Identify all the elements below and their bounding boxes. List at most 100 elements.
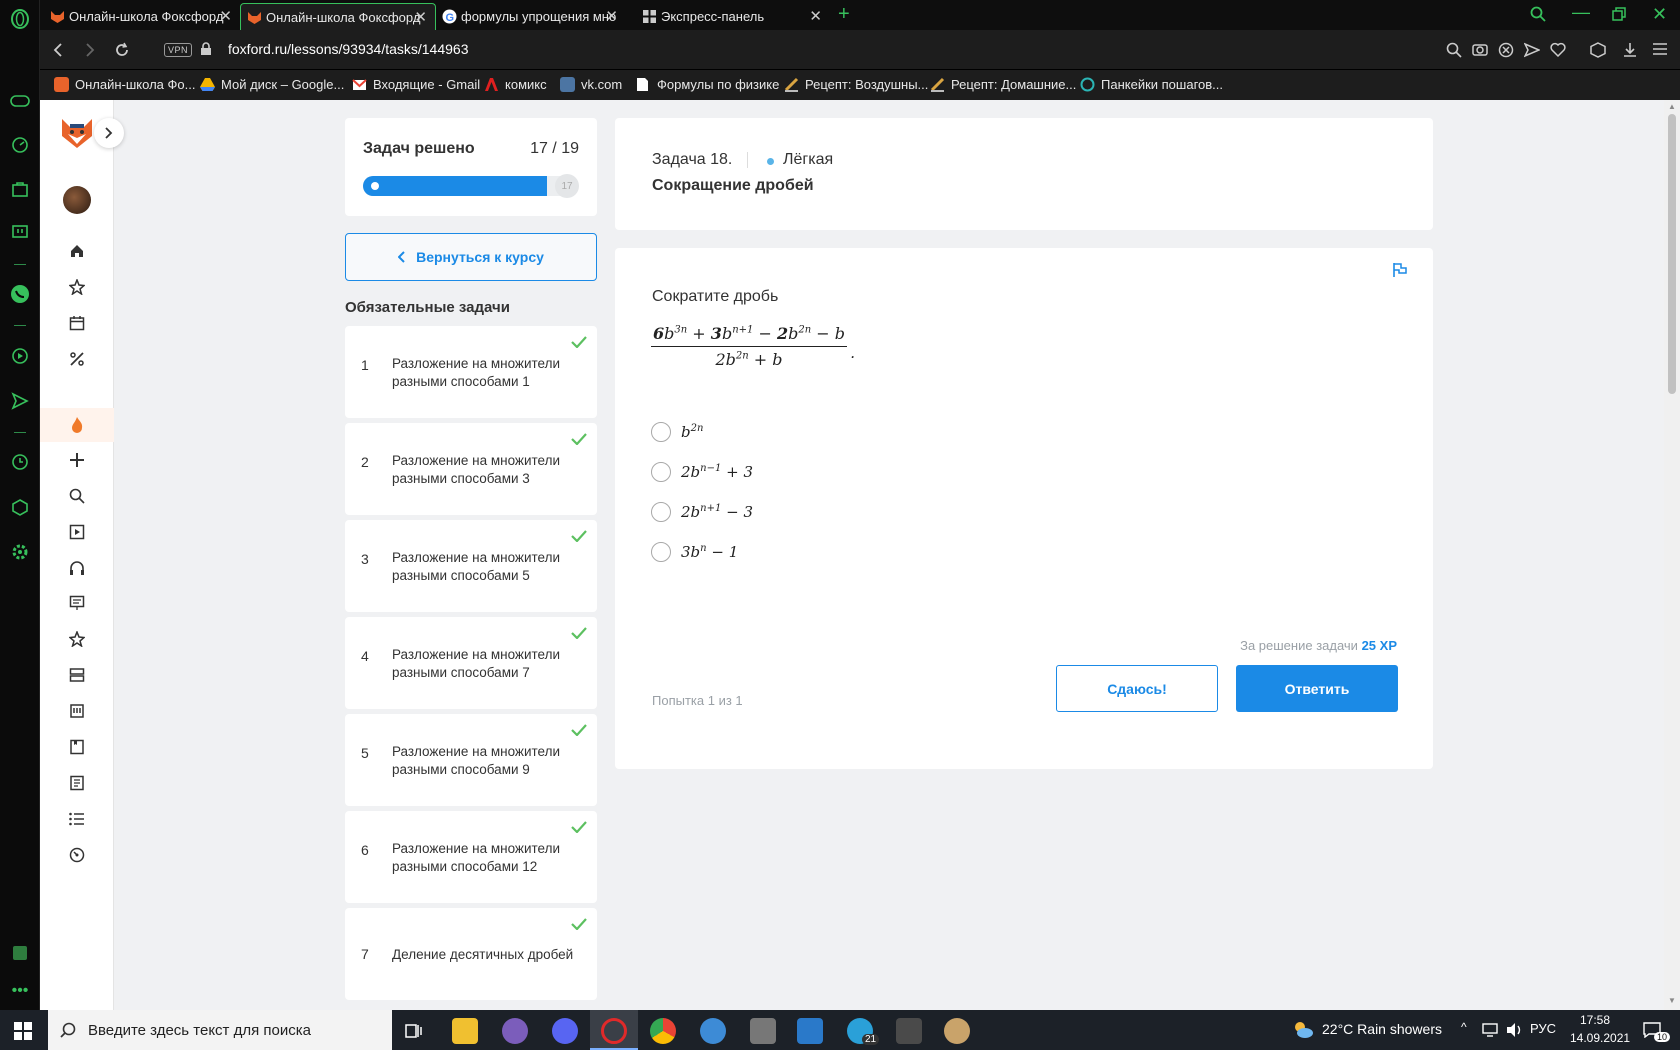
- radio-button[interactable]: [651, 542, 671, 562]
- task-list-item[interactable]: 3 Разложение на множители разными способ…: [345, 520, 597, 612]
- opera-logo-icon[interactable]: [9, 8, 31, 30]
- close-tab-icon[interactable]: ✕: [414, 8, 427, 26]
- home-icon[interactable]: [66, 240, 88, 262]
- notebook-icon[interactable]: [66, 736, 88, 758]
- tab-4[interactable]: Экспресс-панель ✕: [636, 3, 830, 30]
- settings-icon[interactable]: [9, 541, 31, 563]
- menu-icon[interactable]: [1652, 42, 1668, 56]
- paint-icon[interactable]: [944, 1018, 970, 1044]
- radio-button[interactable]: [651, 462, 671, 482]
- close-tab-icon[interactable]: ✕: [809, 7, 822, 25]
- bookmark-recipe-1[interactable]: Рецепт: Воздушны...: [784, 77, 928, 92]
- weather-icon[interactable]: [1292, 1020, 1314, 1040]
- task-list-item[interactable]: 7 Деление десятичных дробей: [345, 908, 597, 1000]
- layers-icon[interactable]: [66, 664, 88, 686]
- close-tab-icon[interactable]: ✕: [219, 7, 232, 25]
- task-list-item[interactable]: 1 Разложение на множители разными способ…: [345, 326, 597, 418]
- whatsapp-icon[interactable]: [9, 283, 31, 305]
- clock-date[interactable]: 14.09.2021: [1570, 1031, 1630, 1045]
- chrome-icon[interactable]: [650, 1018, 676, 1044]
- answer-option-1[interactable]: b2n: [651, 422, 703, 442]
- weather-text[interactable]: 22°C Rain showers: [1322, 1021, 1442, 1037]
- gamepad-icon[interactable]: [9, 90, 31, 112]
- plus-icon[interactable]: [66, 449, 88, 471]
- bookmark-vk[interactable]: vk.com: [560, 77, 622, 92]
- task-list-item[interactable]: 6 Разложение на множители разными способ…: [345, 811, 597, 903]
- lock-icon[interactable]: [200, 42, 212, 56]
- radio-button[interactable]: [651, 502, 671, 522]
- tray-expand-icon[interactable]: ^: [1461, 1020, 1467, 1034]
- taskbar-search-input[interactable]: Введите здесь текст для поиска: [48, 1010, 392, 1050]
- percent-icon[interactable]: [66, 348, 88, 370]
- task-view-icon[interactable]: [405, 1022, 423, 1040]
- clock-time[interactable]: 17:58: [1580, 1013, 1610, 1027]
- bookmark-foxford[interactable]: Онлайн-школа Фо...: [54, 77, 195, 92]
- scrollbar-thumb[interactable]: [1668, 114, 1676, 394]
- windows-start-icon[interactable]: [14, 1022, 32, 1040]
- star-icon[interactable]: [66, 276, 88, 298]
- bookmark-gmail[interactable]: Входящие - Gmail: [352, 77, 480, 92]
- expand-sidebar-icon[interactable]: [94, 118, 124, 148]
- answer-button[interactable]: Ответить: [1236, 665, 1398, 712]
- answer-option-3[interactable]: 2bn+1 − 3: [651, 502, 753, 522]
- radio-button[interactable]: [651, 422, 671, 442]
- task-list-item[interactable]: 5 Разложение на множители разными способ…: [345, 714, 597, 806]
- url-field[interactable]: foxford.ru/lessons/93934/tasks/144963: [228, 41, 469, 57]
- cube-icon[interactable]: [1590, 42, 1606, 58]
- more-icon[interactable]: •••: [9, 980, 31, 1002]
- calculator-icon[interactable]: [896, 1018, 922, 1044]
- send-icon[interactable]: [9, 390, 31, 412]
- bookmark-google-drive[interactable]: Мой диск – Google...: [200, 77, 344, 92]
- app-icon[interactable]: [750, 1018, 776, 1044]
- camera-icon[interactable]: [1472, 42, 1488, 56]
- player-icon[interactable]: [9, 345, 31, 367]
- library-icon[interactable]: [66, 700, 88, 722]
- bag-icon[interactable]: [9, 178, 31, 200]
- heart-icon[interactable]: [1550, 42, 1566, 57]
- tab-search-icon[interactable]: [1530, 6, 1546, 22]
- twitch-icon[interactable]: [9, 222, 31, 244]
- minimize-icon[interactable]: —: [1572, 2, 1590, 23]
- fire-icon[interactable]: [66, 414, 88, 436]
- tab-2[interactable]: Онлайн-школа Фоксфорд ✕: [240, 3, 436, 30]
- bookmark-comics[interactable]: комикс: [484, 77, 547, 92]
- photos-icon[interactable]: [797, 1018, 823, 1044]
- file-explorer-icon[interactable]: [452, 1018, 478, 1044]
- volume-icon[interactable]: [1506, 1022, 1524, 1038]
- back-to-course-button[interactable]: Вернуться к курсу: [345, 233, 597, 281]
- close-tab-icon[interactable]: ✕: [605, 7, 618, 25]
- search-icon[interactable]: [66, 485, 88, 507]
- clock-icon[interactable]: [66, 844, 88, 866]
- bookmark-physics[interactable]: Формулы по физике: [636, 77, 779, 92]
- video-icon[interactable]: [66, 521, 88, 543]
- search-icon[interactable]: [1446, 42, 1462, 58]
- network-icon[interactable]: [1482, 1023, 1498, 1037]
- bookmark-pancakes[interactable]: Панкейки пошагов...: [1080, 77, 1223, 92]
- task-list-item[interactable]: 4 Разложение на множители разными способ…: [345, 617, 597, 709]
- tab-3[interactable]: G формулы упрощения мно ✕: [436, 3, 626, 30]
- document-icon[interactable]: [66, 772, 88, 794]
- star-outline-icon[interactable]: [66, 628, 88, 650]
- foxford-logo-icon[interactable]: [60, 116, 94, 150]
- give-up-button[interactable]: Сдаюсь!: [1056, 665, 1218, 712]
- history-icon[interactable]: [9, 451, 31, 473]
- extension-icon[interactable]: [9, 942, 31, 964]
- presentation-icon[interactable]: [66, 592, 88, 614]
- discord-icon[interactable]: [552, 1018, 578, 1044]
- share-icon[interactable]: [1524, 42, 1540, 58]
- reload-icon[interactable]: [112, 40, 132, 60]
- speed-icon[interactable]: [9, 134, 31, 156]
- tab-1[interactable]: Онлайн-школа Фоксфорд ✕: [44, 3, 240, 30]
- bookmark-recipe-2[interactable]: Рецепт: Домашние...: [930, 77, 1076, 92]
- back-icon[interactable]: [48, 40, 68, 60]
- page-scrollbar[interactable]: ▲ ▼: [1664, 100, 1680, 1010]
- calendar-icon[interactable]: [66, 312, 88, 334]
- answer-option-2[interactable]: 2bn−1 + 3: [651, 462, 753, 482]
- answer-option-4[interactable]: 3bn − 1: [651, 542, 738, 562]
- headphones-icon[interactable]: [66, 557, 88, 579]
- forward-icon[interactable]: [80, 40, 100, 60]
- block-ads-icon[interactable]: [1498, 42, 1514, 58]
- download-icon[interactable]: [1622, 42, 1638, 58]
- vpn-badge[interactable]: VPN: [164, 43, 193, 57]
- avatar[interactable]: [63, 186, 91, 214]
